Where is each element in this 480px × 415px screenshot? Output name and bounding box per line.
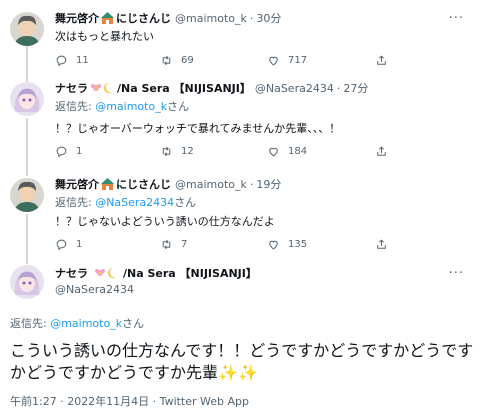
tweet[interactable]: 舞元啓介 にじさんじ @maimoto_k · 19分 返信先: @NaSera…	[0, 176, 480, 256]
tweet-actions: 1 7 135	[55, 238, 475, 252]
reply-suffix: さん	[122, 317, 145, 330]
reply-prefix: 返信先:	[55, 196, 96, 209]
reply-button[interactable]: 1	[55, 145, 82, 158]
like-count: 717	[288, 55, 308, 66]
reply-suffix: さん	[167, 100, 190, 113]
tweet-text: ！？じゃないよどういう誘いの仕方なんだよ	[55, 215, 275, 228]
reply-button[interactable]: 11	[55, 54, 89, 67]
user-handle[interactable]: @NaSera2434	[255, 82, 334, 95]
share-icon	[377, 239, 386, 249]
reply-mention-link[interactable]: @maimoto_k	[50, 317, 122, 330]
timestamp[interactable]: 30分	[256, 10, 281, 26]
tweet-text: 次はもっと暴れたい	[55, 30, 154, 43]
separator-dot: ·	[336, 81, 341, 95]
tweet-header: 舞元啓介 にじさんじ @maimoto_k · 30分	[55, 10, 281, 26]
reply-context: 返信先: @maimoto_kさん	[55, 98, 189, 114]
retweet-icon	[162, 55, 171, 66]
share-icon	[377, 146, 386, 156]
flower-moon-icon	[94, 267, 118, 279]
like-icon	[269, 147, 278, 157]
reply-count: 1	[76, 146, 83, 157]
like-count: 184	[288, 146, 308, 157]
display-name-suffix[interactable]: にじさんじ	[116, 176, 171, 192]
tweet[interactable]: ナセラ /Na Sera 【NIJISANJI】 @NaSera2434 · 2…	[0, 80, 480, 160]
reply-count: 1	[76, 239, 83, 250]
more-icon[interactable]: ···	[449, 266, 464, 281]
tweet-header: 舞元啓介 にじさんじ @maimoto_k · 19分	[55, 176, 281, 192]
retweet-count: 7	[181, 239, 188, 250]
like-count: 135	[288, 239, 308, 250]
tweet-meta[interactable]: 午前1:27 · 2022年11月4日 · Twitter Web App	[10, 393, 249, 409]
tweet-header: ナセラ /Na Sera 【NIJISANJI】 @NaSera2434 · 2…	[55, 80, 368, 96]
timestamp[interactable]: 27分	[343, 80, 368, 96]
retweet-count: 12	[181, 146, 194, 157]
like-button[interactable]: 135	[267, 238, 307, 251]
retweet-count: 69	[181, 55, 194, 66]
main-tweet-text: こういう誘いの仕方なんです！！どうですかどうですかどうですかどうですかどうですか…	[10, 340, 475, 384]
user-handle[interactable]: @maimoto_k	[175, 12, 247, 25]
reply-context: 返信先: @maimoto_kさん	[10, 315, 144, 331]
retweet-button[interactable]: 12	[160, 145, 194, 158]
display-name[interactable]: ナセラ	[55, 80, 88, 96]
reply-button[interactable]: 1	[55, 238, 82, 251]
tweet-actions: 11 69 717	[55, 54, 475, 68]
retweet-button[interactable]: 7	[160, 238, 187, 251]
flower-moon-icon	[90, 82, 112, 94]
reply-icon	[56, 239, 67, 251]
reply-count: 11	[76, 55, 89, 66]
display-name-suffix[interactable]: /Na Sera 【NIJISANJI】	[123, 267, 257, 280]
display-name[interactable]: 舞元啓介	[55, 176, 99, 192]
avatar[interactable]	[10, 178, 44, 212]
display-name[interactable]: ナセラ	[55, 267, 88, 280]
retweet-icon	[162, 239, 171, 250]
reply-context: 返信先: @NaSera2434さん	[55, 194, 196, 210]
sparkles-emoji: ✨✨	[218, 363, 258, 382]
share-button[interactable]	[375, 238, 396, 251]
separator-dot: ·	[249, 177, 254, 191]
reply-icon	[56, 146, 67, 158]
display-name-suffix[interactable]: /Na Sera 【NIJISANJI】	[117, 80, 251, 96]
reply-suffix: さん	[174, 196, 197, 209]
house-badge-icon	[101, 12, 114, 24]
tweet-text: ！？じゃオーバーウォッチで暴れてみませんか先輩、、、！	[55, 122, 341, 135]
share-icon	[377, 55, 386, 65]
share-button[interactable]	[375, 54, 396, 67]
tweet-actions: 1 12 184	[55, 145, 475, 159]
retweet-button[interactable]: 69	[160, 54, 194, 67]
share-button[interactable]	[375, 145, 396, 158]
user-handle[interactable]: @NaSera2434	[55, 283, 134, 296]
separator-dot: ·	[249, 11, 254, 25]
display-name[interactable]: 舞元啓介	[55, 10, 99, 26]
house-badge-icon	[101, 178, 114, 190]
tweet[interactable]: 舞元啓介 にじさんじ @maimoto_k · 30分 ··· 次はもっと暴れた…	[0, 10, 480, 70]
like-icon	[269, 240, 278, 250]
reply-mention-link[interactable]: @NaSera2434	[95, 196, 174, 209]
user-handle[interactable]: @maimoto_k	[175, 178, 247, 191]
timestamp[interactable]: 19分	[256, 176, 281, 192]
avatar[interactable]	[10, 82, 44, 116]
like-button[interactable]: 717	[267, 54, 307, 67]
like-icon	[269, 56, 278, 66]
reply-mention-link[interactable]: @maimoto_k	[95, 100, 167, 113]
reply-prefix: 返信先:	[55, 100, 96, 113]
more-icon[interactable]: ···	[449, 11, 464, 26]
like-button[interactable]: 184	[267, 145, 307, 158]
reply-prefix: 返信先:	[10, 317, 51, 330]
retweet-icon	[162, 146, 171, 157]
main-display-name[interactable]: ナセラ /Na Sera 【NIJISANJI】	[55, 265, 257, 281]
avatar[interactable]	[10, 12, 44, 46]
reply-icon	[56, 55, 67, 67]
display-name-suffix[interactable]: にじさんじ	[116, 10, 171, 26]
avatar[interactable]	[10, 265, 44, 299]
